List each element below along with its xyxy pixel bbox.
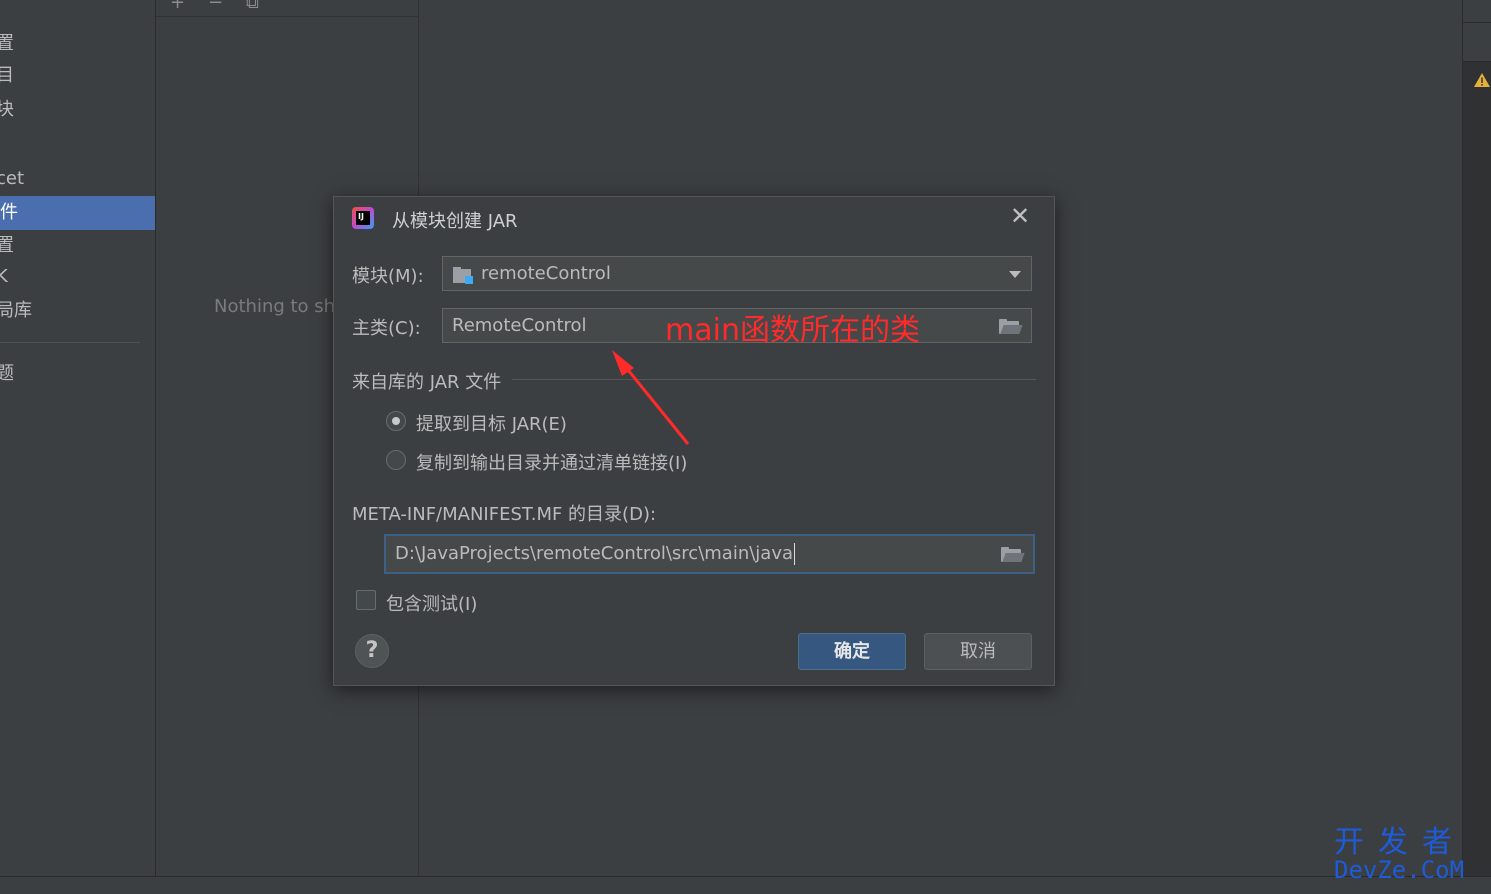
module-label: 模块(M): (352, 266, 424, 287)
include-tests-checkbox[interactable] (356, 590, 376, 610)
sidebar-item[interactable]: 局库 (0, 294, 32, 328)
module-icon (453, 267, 473, 284)
annotation-text: main函数所在的类 (665, 313, 920, 348)
folder-icon[interactable] (1001, 547, 1025, 562)
ok-button[interactable]: 确定 (798, 633, 906, 670)
right-tool-strip (1462, 0, 1491, 893)
watermark-logo: 开发者 DevZe.CoM (1334, 826, 1484, 886)
sidebar-item[interactable]: cet (0, 162, 24, 196)
sidebar-item[interactable]: 块 (0, 93, 14, 127)
remove-icon[interactable]: − (208, 0, 223, 13)
artifacts-toolbar: + − ⧉ (156, 0, 418, 17)
settings-sidebar: 置 目 块 cet 件 置 K 局库 题 (0, 0, 156, 893)
help-button[interactable]: ? (355, 634, 389, 668)
watermark-line1: 开发者 (1334, 825, 1466, 860)
copy-radio-label[interactable]: 复制到输出目录并通过清单链接(I) (416, 449, 687, 475)
sidebar-item-artifacts[interactable]: 件 (0, 196, 155, 230)
manifest-dir-value: D:\JavaProjects\remoteControl\src\main\j… (395, 543, 796, 565)
cancel-button[interactable]: 取消 (924, 633, 1032, 670)
copy-icon[interactable]: ⧉ (246, 0, 259, 13)
dialog-title: 从模块创建 JAR (392, 211, 518, 232)
add-icon[interactable]: + (170, 0, 185, 13)
manifest-dir-field[interactable]: D:\JavaProjects\remoteControl\src\main\j… (384, 534, 1035, 574)
annotation-arrow-icon (612, 350, 690, 445)
sidebar-item[interactable]: 置 (0, 27, 14, 61)
sidebar-divider (0, 342, 140, 343)
sidebar-item[interactable]: 置 (0, 229, 14, 263)
copy-radio[interactable] (386, 450, 406, 470)
intellij-icon: IJ (352, 207, 374, 229)
extract-radio[interactable] (386, 411, 406, 431)
warning-icon[interactable] (1473, 72, 1491, 88)
sidebar-item[interactable]: 目 (0, 59, 14, 93)
section-divider (512, 379, 1036, 380)
section-label: 来自库的 JAR 文件 (352, 372, 502, 393)
watermark-line2: DevZe.CoM (1334, 856, 1465, 884)
folder-icon[interactable] (999, 319, 1023, 334)
status-bar (0, 876, 1491, 894)
tool-button[interactable] (1463, 23, 1491, 62)
main-class-value: RemoteControl (452, 315, 587, 336)
sidebar-item[interactable]: 题 (0, 357, 14, 391)
sidebar-item[interactable]: K (0, 260, 8, 294)
manifest-label: META-INF/MANIFEST.MF 的目录(D): (352, 504, 657, 525)
module-select-value: remoteControl (481, 263, 611, 284)
chevron-down-icon (1009, 271, 1021, 278)
close-button[interactable]: ✕ (1008, 203, 1032, 229)
scroll-arrow[interactable] (1463, 0, 1491, 23)
module-select[interactable]: remoteControl (442, 256, 1032, 291)
main-class-label: 主类(C): (352, 318, 421, 339)
extract-radio-label[interactable]: 提取到目标 JAR(E) (416, 410, 567, 436)
include-tests-label[interactable]: 包含测试(I) (386, 590, 477, 616)
